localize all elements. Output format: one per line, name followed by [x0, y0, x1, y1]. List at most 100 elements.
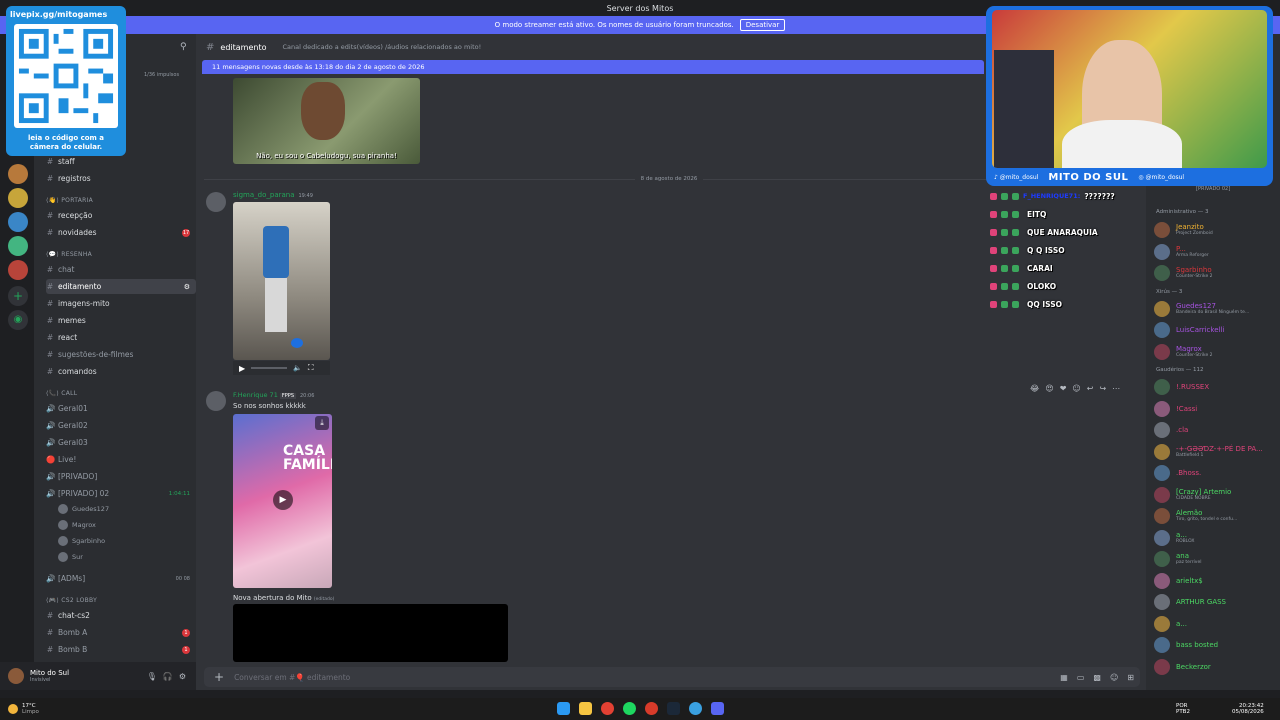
- member-item[interactable]: .Bhoss.: [1154, 463, 1280, 483]
- gift-icon[interactable]: ▦: [1060, 673, 1068, 682]
- channel-comandos[interactable]: # comandos: [46, 364, 196, 379]
- channel-novidades[interactable]: # novidades 17: [46, 225, 196, 240]
- gif-icon[interactable]: ▭: [1077, 673, 1085, 682]
- steam-icon[interactable]: [667, 702, 680, 715]
- category-resenha[interactable]: ⟨💬⟩ RESENHA: [46, 251, 92, 258]
- channel-bomb-a[interactable]: # Bomb A1: [46, 625, 196, 640]
- channel-topic[interactable]: Canal dedicado a edits(vídeos) /áudios r…: [282, 43, 481, 51]
- channel-chat-cs2[interactable]: # chat-cs2: [46, 608, 196, 623]
- explore-icon[interactable]: ◉: [8, 310, 28, 330]
- file-explorer-icon[interactable]: [579, 702, 592, 715]
- member-item[interactable]: !Cassi: [1154, 399, 1280, 419]
- member-item[interactable]: arieltx$: [1154, 571, 1280, 591]
- clock[interactable]: 20:23:42 05/08/2026: [1232, 703, 1264, 715]
- member-item[interactable]: bass bosted: [1154, 635, 1280, 655]
- message-author[interactable]: F.Henrique 71 FPPS 20:06: [233, 391, 314, 399]
- meme-image[interactable]: Não, eu sou o Cabeludogu, sua piranha!: [233, 78, 420, 164]
- member-item[interactable]: ana paz terrível: [1154, 549, 1280, 569]
- new-messages-bar[interactable]: 11 mensagens novas desde às 13:18 do dia…: [202, 60, 984, 74]
- member-item[interactable]: Sgarbinho Counter-Strike 2: [1154, 263, 1280, 283]
- channel-memes[interactable]: # memes: [46, 313, 196, 328]
- avatar[interactable]: [8, 668, 24, 684]
- windows-start-icon[interactable]: [557, 702, 570, 715]
- member-item[interactable]: Alemão Tiro, grito, tondel e confu...: [1154, 506, 1280, 526]
- voice-channel-privado-02[interactable]: 🔊 [PRIVADO] 02 1:04:11: [46, 486, 196, 501]
- channel-chat[interactable]: # chat: [46, 262, 196, 277]
- voice-user[interactable]: Sgarbinho: [58, 536, 105, 546]
- boost-counter[interactable]: 1/36 impulsos: [144, 72, 179, 78]
- video-thumbnail[interactable]: CASA FAMÍLIA ▶ ⤓: [233, 414, 332, 588]
- weather-widget[interactable]: 17°C Limpo: [8, 703, 39, 715]
- emoji-react-icon[interactable]: 😍: [1045, 384, 1053, 393]
- app-icon[interactable]: [645, 702, 658, 715]
- upload-plus-icon[interactable]: +: [214, 670, 224, 684]
- voice-channel-adms[interactable]: 🔊 [ADMs] 00 08: [46, 571, 196, 586]
- channel-sugestoes-de-filmes[interactable]: # sugestões-de-filmes: [46, 347, 196, 362]
- channel-imagens-mito[interactable]: # imagens-mito: [46, 296, 196, 311]
- voice-user[interactable]: Sur: [58, 552, 83, 562]
- voice-channel-geral02[interactable]: 🔊 Geral02: [46, 418, 196, 433]
- mic-icon[interactable]: 🎙: [147, 672, 157, 681]
- member-item[interactable]: Magrox Counter-Strike 2: [1154, 342, 1280, 362]
- sticker-icon[interactable]: ▩: [1093, 673, 1101, 682]
- voice-user[interactable]: Magrox: [58, 520, 96, 530]
- member-item[interactable]: ARTHUR GASS: [1154, 592, 1280, 612]
- discord-icon[interactable]: [711, 702, 724, 715]
- member-item[interactable]: [Crazy] Artemio CIDADE NOBRE: [1154, 485, 1280, 505]
- category-cs2-lobby[interactable]: ⟨🎮⟩ CS2 LOBBY: [46, 597, 97, 604]
- member-item[interactable]: Guedes127 Bandeira do Brasil Ninguém te..…: [1154, 299, 1280, 319]
- member-item[interactable]: -+-ǤƏƏƊZ-+-PÉ DE PA... Battlefield 1: [1154, 442, 1280, 462]
- language-indicator[interactable]: POR PTB2: [1176, 703, 1190, 715]
- add-reaction-icon[interactable]: ☺: [1072, 384, 1080, 393]
- reply-icon[interactable]: ↩: [1087, 384, 1094, 393]
- category-portaria[interactable]: ⟨👋⟩ PORTARIA: [46, 197, 93, 204]
- member-item[interactable]: LuisCarrickelli: [1154, 320, 1280, 340]
- add-member-icon[interactable]: ⚲: [180, 42, 187, 52]
- avatar[interactable]: [206, 192, 226, 212]
- member-item[interactable]: !.RUSSEX: [1154, 377, 1280, 397]
- channel-editamento[interactable]: # editamento ⚙: [46, 279, 196, 294]
- more-icon[interactable]: ⋯: [1112, 384, 1120, 393]
- play-icon[interactable]: ▶: [239, 364, 245, 373]
- add-server-icon[interactable]: +: [8, 286, 28, 306]
- app-icon[interactable]: [689, 702, 702, 715]
- category-call[interactable]: ⟨📞⟩ CALL: [46, 390, 77, 397]
- member-item[interactable]: Jeanzito Project Zomboid: [1154, 220, 1280, 240]
- server-icon[interactable]: [8, 236, 28, 256]
- member-item[interactable]: a... ROBLOX: [1154, 528, 1280, 548]
- video-embed[interactable]: [233, 604, 508, 662]
- message-input[interactable]: Conversar em #🎈 editamento: [234, 673, 350, 682]
- download-icon[interactable]: ⤓: [315, 416, 329, 430]
- voice-channel-geral03[interactable]: 🔊 Geral03: [46, 435, 196, 450]
- voice-channel-geral01[interactable]: 🔊 Geral01: [46, 401, 196, 416]
- server-icon[interactable]: [8, 188, 28, 208]
- video-seekbar[interactable]: [251, 367, 288, 369]
- emoji-react-icon[interactable]: 😂: [1030, 384, 1039, 393]
- member-item[interactable]: Beckerzor: [1154, 657, 1280, 677]
- voice-user[interactable]: Guedes127: [58, 504, 109, 514]
- channel-bomb-b[interactable]: # Bomb B1: [46, 642, 196, 657]
- play-icon[interactable]: ▶: [273, 490, 293, 510]
- spotify-icon[interactable]: [623, 702, 636, 715]
- apps-icon[interactable]: ⊞: [1127, 673, 1134, 682]
- server-icon[interactable]: [8, 260, 28, 280]
- fullscreen-icon[interactable]: ⛶: [308, 363, 314, 373]
- chrome-icon[interactable]: [601, 702, 614, 715]
- channel-react[interactable]: # react: [46, 330, 196, 345]
- message-author[interactable]: sigma_do_parana 19:49: [233, 191, 313, 199]
- video-thumbnail[interactable]: [233, 202, 330, 360]
- voice-channel-live[interactable]: 🔴 Live!: [46, 452, 196, 467]
- channel-staff[interactable]: # staff: [46, 154, 196, 169]
- settings-icon[interactable]: ⚙: [184, 283, 190, 291]
- emoji-icon[interactable]: ☺: [1110, 673, 1118, 682]
- disable-streamer-button[interactable]: Desativar: [739, 19, 786, 31]
- channel-registros[interactable]: # registros: [46, 171, 196, 186]
- forward-icon[interactable]: ↪: [1099, 384, 1106, 393]
- avatar[interactable]: [206, 391, 226, 411]
- server-icon[interactable]: [8, 164, 28, 184]
- volume-icon[interactable]: 🔈: [293, 364, 302, 372]
- voice-channel-privado[interactable]: 🔊 [PRIVADO]: [46, 469, 196, 484]
- headphones-icon[interactable]: 🎧: [163, 672, 173, 681]
- member-item[interactable]: a...: [1154, 614, 1280, 634]
- gear-icon[interactable]: ⚙: [179, 672, 186, 681]
